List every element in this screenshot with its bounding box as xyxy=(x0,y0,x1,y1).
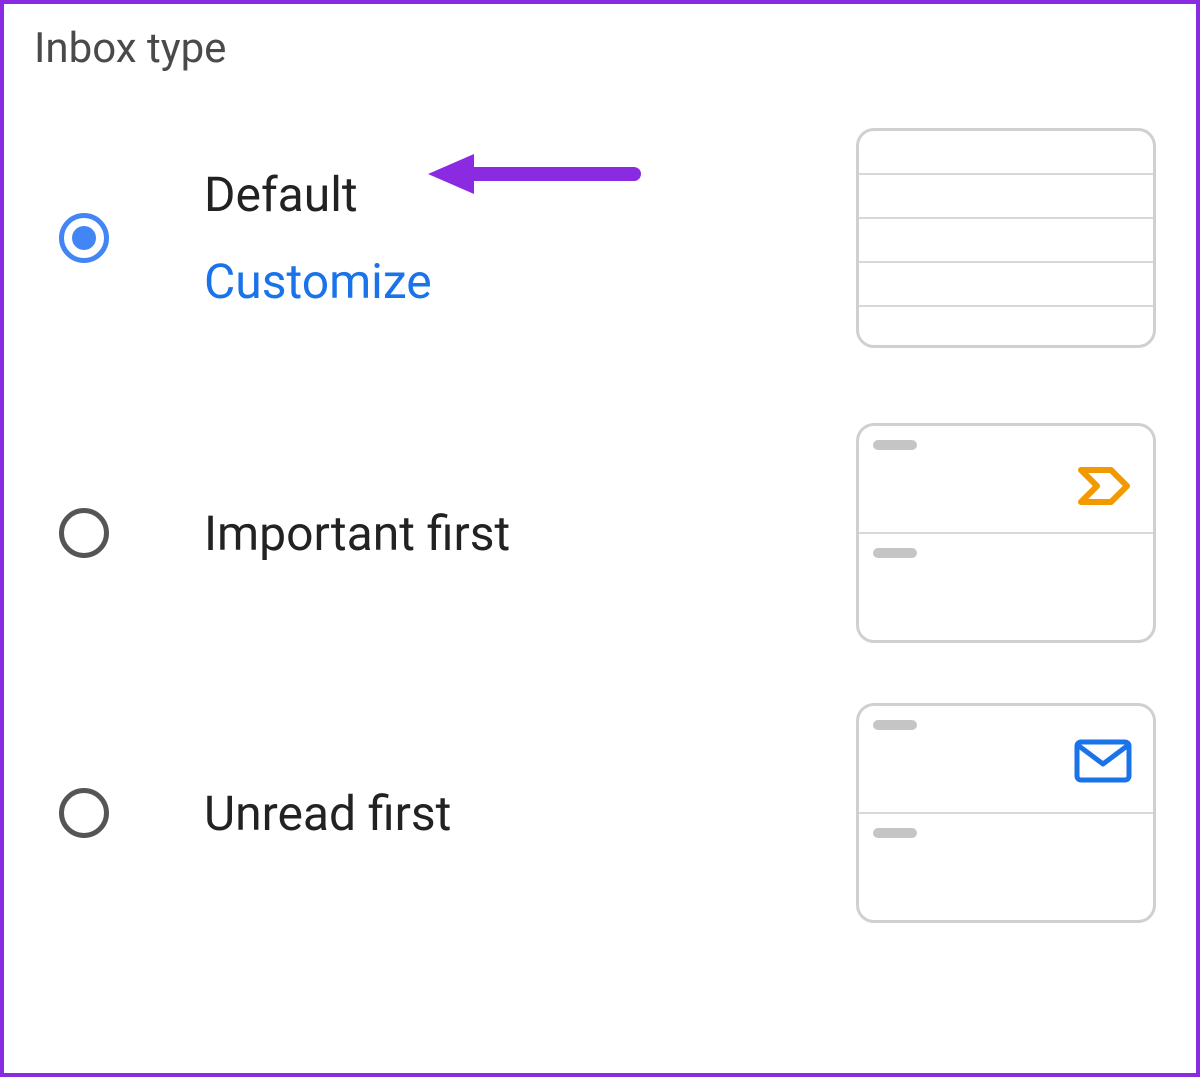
inbox-type-option-default[interactable]: Default Customize xyxy=(34,113,1166,363)
option-label-unread-first: Unread first xyxy=(204,785,846,842)
inbox-type-option-important-first[interactable]: Important first xyxy=(34,423,1166,643)
important-marker-icon xyxy=(1077,466,1133,506)
preview-unread-first xyxy=(856,703,1156,923)
option-label-default: Default xyxy=(204,166,846,223)
radio-default[interactable] xyxy=(59,213,109,263)
section-title: Inbox type xyxy=(34,24,1166,73)
option-label-important-first: Important first xyxy=(204,505,846,562)
radio-important-first[interactable] xyxy=(59,508,109,558)
preview-important-first xyxy=(856,423,1156,643)
inbox-type-option-unread-first[interactable]: Unread first xyxy=(34,703,1166,923)
mail-icon xyxy=(1073,738,1133,784)
radio-unread-first[interactable] xyxy=(59,788,109,838)
customize-link[interactable]: Customize xyxy=(204,253,846,310)
inbox-type-panel: Inbox type Default Customize Important f… xyxy=(0,0,1200,1077)
preview-default xyxy=(856,128,1156,348)
